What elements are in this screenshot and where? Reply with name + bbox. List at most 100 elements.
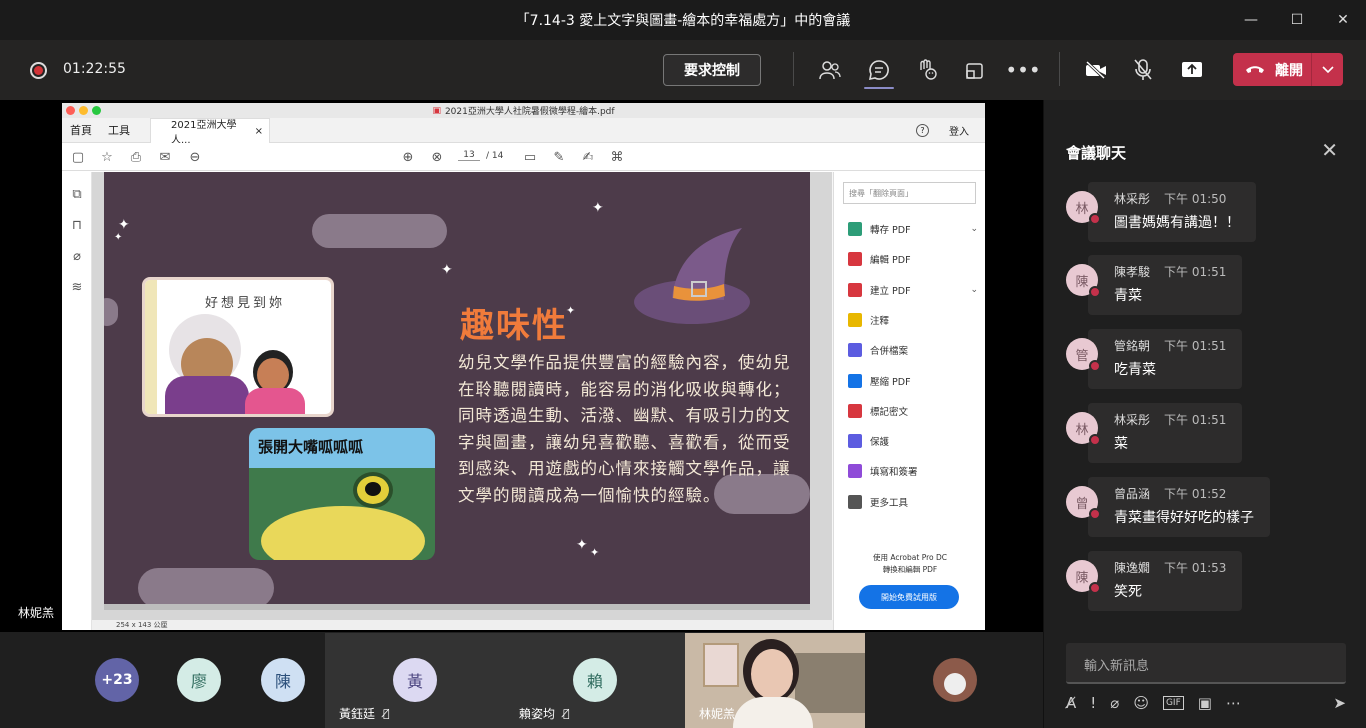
format-icon[interactable]: A̸: [1066, 694, 1076, 712]
cloud-decoration: [312, 214, 447, 248]
highlight-pen-icon[interactable]: ✎: [551, 149, 567, 165]
presence-busy-icon: [1089, 213, 1101, 225]
meeting-chat-panel: 會議聊天 ✕ 林林采彤 下午 01:50 圖書媽媽有講過！！ 陳陳孝駿 下午 01:51…: [1043, 100, 1366, 728]
participant-video[interactable]: 林妮羔: [685, 633, 865, 728]
message-bubble: 林采彤 下午 01:51 菜: [1088, 403, 1243, 463]
close-window-icon[interactable]: ✕: [1320, 0, 1366, 40]
message-text: 菜: [1114, 436, 1128, 452]
leave-options-chevron-icon[interactable]: [1312, 65, 1343, 74]
pdf-file-title: 2021亞洲大學人社院暑假微學程-繪本.pdf: [444, 107, 615, 117]
nav-home[interactable]: 首頁: [62, 122, 100, 138]
send-icon[interactable]: ➤: [1333, 694, 1346, 712]
more-participants-badge[interactable]: +23: [95, 658, 139, 702]
participant-tile[interactable]: 賴 賴姿均 🎙̸: [505, 633, 685, 728]
leave-button[interactable]: 離開: [1233, 53, 1343, 86]
pages-thumbnail-icon[interactable]: ⧉: [69, 186, 85, 202]
print-icon[interactable]: ⎙: [128, 149, 144, 165]
nav-tools[interactable]: 工具: [100, 122, 138, 138]
avatar-initial: 林: [1075, 201, 1089, 217]
participant-avatar[interactable]: 廖: [177, 658, 221, 702]
minimize-icon[interactable]: —: [1228, 0, 1274, 40]
tool-item[interactable]: 合併檔案: [848, 343, 978, 358]
mic-off-icon[interactable]: [1128, 55, 1158, 85]
sticker-icon[interactable]: ▣: [1198, 694, 1212, 712]
chat-message[interactable]: 陳 陳孝駿 下午 01:51 青菜: [1066, 255, 1243, 315]
presence-busy-icon: [1089, 508, 1101, 520]
page-up-icon[interactable]: ⊕: [400, 149, 416, 165]
comment-icon[interactable]: ▭: [522, 149, 538, 165]
screen-sharer-name: 林妮羔: [18, 606, 55, 620]
participant-avatar-photo[interactable]: [933, 658, 977, 702]
share-screen-icon[interactable]: [1177, 55, 1207, 85]
sender-name: 陳逸嫺: [1114, 561, 1151, 575]
tool-label: 填寫和簽署: [870, 467, 918, 479]
chevron-down-icon[interactable]: ⌄: [970, 285, 978, 295]
message-time: 下午 01:51: [1164, 265, 1227, 279]
chat-message[interactable]: 林 林采彤 下午 01:51 菜: [1066, 403, 1243, 463]
horizontal-scrollbar[interactable]: [104, 604, 810, 610]
attachments-icon[interactable]: ⌀: [69, 248, 85, 264]
sender-name: 管銘朝: [1114, 339, 1151, 353]
tool-item[interactable]: 壓縮 PDF: [848, 373, 978, 388]
tool-item[interactable]: 編輯 PDF: [848, 252, 978, 267]
tools-search-input[interactable]: 搜尋「翻除頁面」: [843, 182, 976, 204]
mic-off-icon: 🎙̸: [563, 707, 570, 720]
chat-message[interactable]: 曾 曾品涵 下午 01:52 青菜畫得好好吃的樣子: [1066, 477, 1270, 537]
tool-item[interactable]: 填寫和簽署: [848, 464, 978, 479]
maximize-icon[interactable]: ☐: [1274, 0, 1320, 40]
phone-hangup-icon: [1246, 65, 1264, 73]
zoom-out-icon[interactable]: ⊖: [187, 149, 203, 165]
free-trial-button[interactable]: 開始免費試用版: [859, 585, 959, 609]
save-icon[interactable]: ▢: [70, 149, 86, 165]
tool-label: 保護: [870, 437, 890, 449]
tab-close-icon[interactable]: ×: [255, 126, 263, 137]
email-icon[interactable]: ✉: [157, 149, 173, 165]
tool-item[interactable]: 保護: [848, 434, 978, 449]
chat-message[interactable]: 管 管銘朝 下午 01:51 吃青菜: [1066, 329, 1243, 389]
tool-item[interactable]: 更多工具: [848, 494, 978, 509]
document-tab[interactable]: 2021亞洲大學人... ×: [150, 118, 270, 146]
chat-message[interactable]: 陳 陳逸嫺 下午 01:53 笑死: [1066, 551, 1243, 611]
stamp-icon[interactable]: ⌘: [609, 149, 625, 165]
pdf-toolbar: ▢ ☆ ⎙ ✉ ⊖ ⊕ ⊗ 13 / 14 ▭ ✎ ✍ ⌘: [62, 143, 985, 171]
reactions-icon[interactable]: [912, 55, 942, 85]
chat-icon[interactable]: [864, 55, 894, 85]
participant-avatar[interactable]: 陳: [261, 658, 305, 702]
promo-line-2: 轉換和編輯 PDF: [882, 565, 938, 574]
close-icon[interactable]: ✕: [1321, 138, 1338, 162]
tool-label: 編輯 PDF: [870, 255, 911, 267]
bookmarks-icon[interactable]: ⊓: [69, 217, 85, 233]
participants-icon[interactable]: [815, 55, 845, 85]
page-down-icon[interactable]: ⊗: [429, 149, 445, 165]
camera-off-icon[interactable]: [1081, 55, 1111, 85]
gif-icon[interactable]: GIF: [1162, 696, 1184, 710]
message-time: 下午 01:52: [1164, 487, 1227, 501]
tool-item[interactable]: 注釋: [848, 312, 978, 327]
request-control-button[interactable]: 要求控制: [663, 54, 761, 86]
bookmark-star-icon[interactable]: ☆: [99, 149, 115, 165]
important-icon[interactable]: !: [1090, 694, 1096, 712]
tool-item[interactable]: 建立 PDF ⌄: [848, 282, 978, 297]
tool-item[interactable]: 標記密文: [848, 403, 978, 418]
rooms-icon[interactable]: [960, 55, 990, 85]
more-icon[interactable]: ⋯: [1226, 694, 1241, 712]
more-options-icon[interactable]: •••: [1005, 55, 1040, 85]
participant-tile[interactable]: 黃 黃鈺廷 🎙̸: [325, 633, 505, 728]
book2-title: 張開大嘴呱呱呱: [255, 436, 367, 457]
tool-item[interactable]: 轉存 PDF ⌄: [848, 222, 978, 236]
emoji-icon[interactable]: ☺: [1133, 694, 1149, 712]
chat-title: 會議聊天: [1066, 144, 1127, 162]
page-number-input[interactable]: 13: [458, 150, 480, 161]
signin-link[interactable]: 登入: [949, 123, 969, 138]
attach-icon[interactable]: ⌀: [1110, 694, 1119, 712]
pdf-file-icon: ▣: [432, 105, 441, 116]
tool-icon: [848, 403, 862, 418]
sign-icon[interactable]: ✍: [580, 149, 596, 165]
chevron-down-icon[interactable]: ⌄: [970, 224, 978, 234]
layers-icon[interactable]: ≋: [69, 279, 85, 295]
tool-icon: [848, 464, 862, 479]
tool-label: 更多工具: [870, 497, 909, 509]
chat-message[interactable]: 林 林采彤 下午 01:50 圖書媽媽有講過！！: [1066, 182, 1256, 242]
help-icon[interactable]: ?: [916, 124, 929, 137]
message-input[interactable]: 輸入新訊息: [1066, 643, 1346, 684]
